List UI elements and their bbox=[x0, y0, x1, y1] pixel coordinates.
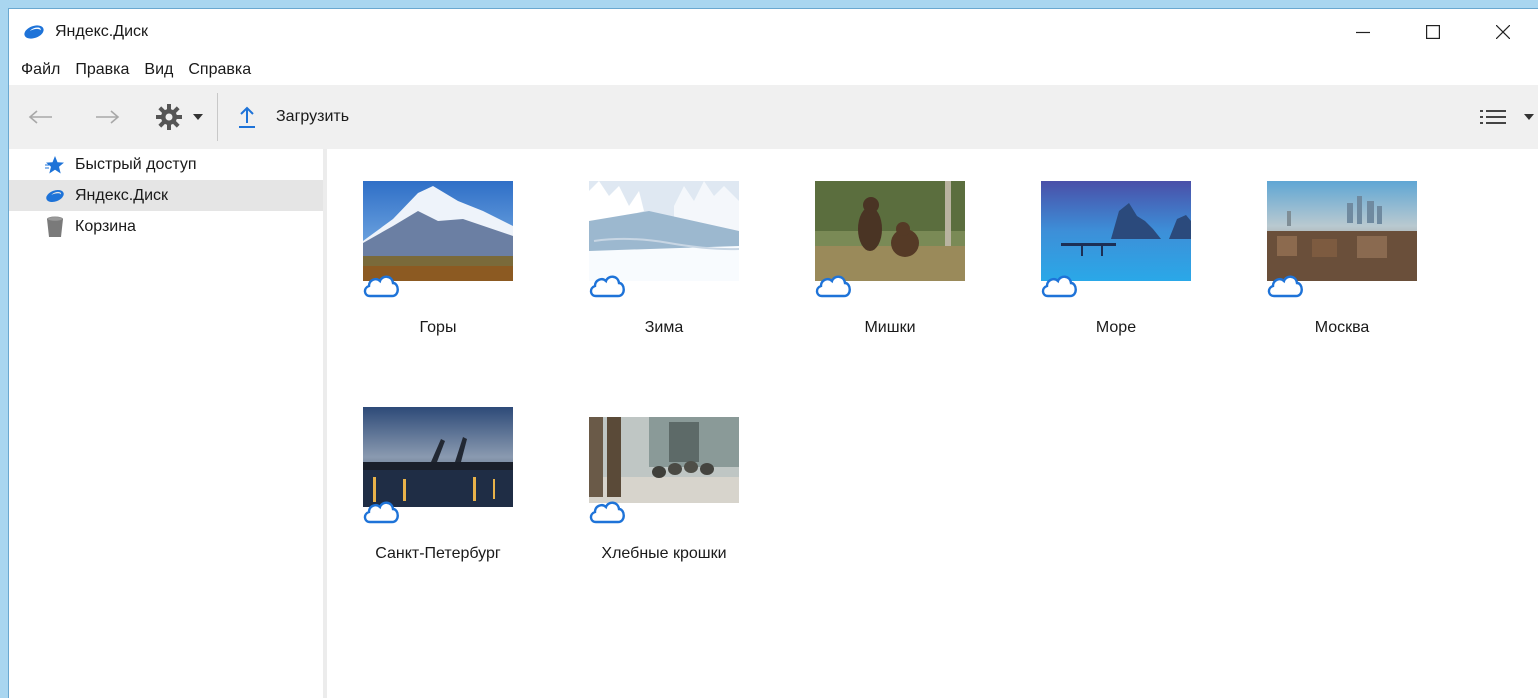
sidebar-item-label: Яндекс.Диск bbox=[75, 186, 169, 204]
folder-name: Море bbox=[1095, 319, 1137, 336]
sidebar-item-quick-access[interactable]: Быстрый доступ bbox=[9, 149, 323, 180]
folder-name: Москва bbox=[1314, 319, 1370, 336]
folder-thumbnail bbox=[589, 181, 739, 281]
yandex-disk-logo-icon bbox=[23, 24, 45, 40]
menu-help[interactable]: Справка bbox=[182, 61, 257, 79]
cloud-icon bbox=[1265, 271, 1305, 299]
folder-name: Санкт-Петербург bbox=[375, 545, 501, 562]
back-button[interactable] bbox=[19, 97, 63, 137]
minimize-icon bbox=[1356, 31, 1370, 34]
folder-thumbnail bbox=[1267, 181, 1417, 281]
toolbar: Загрузить bbox=[9, 85, 1538, 149]
close-button[interactable] bbox=[1468, 9, 1538, 55]
folder-thumbnail bbox=[815, 181, 965, 281]
list-view-icon bbox=[1480, 110, 1506, 124]
sidebar: Быстрый доступ Яндекс.Диск Корзина bbox=[9, 149, 327, 698]
folder-tile[interactable]: Хлебные крошки bbox=[569, 399, 739, 569]
close-icon bbox=[1496, 25, 1510, 39]
gear-icon bbox=[156, 104, 182, 130]
menu-file[interactable]: Файл bbox=[15, 61, 66, 79]
folder-thumbnail bbox=[363, 181, 513, 281]
maximize-icon bbox=[1426, 25, 1440, 39]
minimize-button[interactable] bbox=[1328, 9, 1398, 55]
window-title: Яндекс.Диск bbox=[55, 23, 149, 40]
cloud-icon bbox=[361, 271, 401, 299]
trash-icon bbox=[45, 216, 65, 237]
folder-thumbnail bbox=[1041, 181, 1191, 281]
folder-grid: Горы Зима Мишки Море Москва Санкт-Петерб… bbox=[327, 149, 1538, 698]
folder-name: Хлебные крошки bbox=[601, 545, 727, 562]
yandex-disk-icon bbox=[45, 186, 65, 206]
folder-name: Горы bbox=[419, 319, 457, 336]
maximize-button[interactable] bbox=[1398, 9, 1468, 55]
arrow-right-icon bbox=[96, 110, 120, 124]
view-mode-button[interactable] bbox=[1480, 97, 1538, 137]
forward-button[interactable] bbox=[85, 97, 129, 137]
cloud-icon bbox=[813, 271, 853, 299]
folder-thumbnail bbox=[589, 417, 739, 503]
folder-tile[interactable]: Санкт-Петербург bbox=[343, 399, 513, 569]
cloud-icon bbox=[587, 271, 627, 299]
caret-down-icon bbox=[193, 114, 203, 120]
sidebar-item-yandex-disk[interactable]: Яндекс.Диск bbox=[9, 180, 323, 211]
title-bar[interactable]: Яндекс.Диск bbox=[9, 9, 1538, 55]
cloud-icon bbox=[361, 497, 401, 525]
folder-name: Мишки bbox=[864, 319, 916, 336]
window-controls bbox=[1328, 9, 1538, 55]
star-icon bbox=[45, 155, 65, 175]
folder-tile[interactable]: Мишки bbox=[795, 173, 965, 343]
toolbar-separator bbox=[217, 93, 218, 141]
folder-tile[interactable]: Море bbox=[1021, 173, 1191, 343]
folder-name: Зима bbox=[644, 319, 684, 336]
upload-arrow-icon bbox=[239, 106, 255, 128]
folder-tile[interactable]: Зима bbox=[569, 173, 739, 343]
cloud-icon bbox=[1039, 271, 1079, 299]
menu-view[interactable]: Вид bbox=[138, 61, 179, 79]
folder-tile[interactable]: Москва bbox=[1247, 173, 1417, 343]
arrow-left-icon bbox=[28, 110, 52, 124]
menu-bar: Файл Правка Вид Справка bbox=[9, 55, 1538, 85]
sidebar-item-label: Быстрый доступ bbox=[75, 155, 197, 173]
upload-button[interactable]: Загрузить bbox=[238, 97, 357, 137]
upload-label: Загрузить bbox=[276, 108, 350, 125]
settings-dropdown-button[interactable] bbox=[189, 97, 207, 137]
folder-tile[interactable]: Горы bbox=[343, 173, 513, 343]
app-window: Яндекс.Диск Файл Правка Вид Справка Загр… bbox=[8, 8, 1538, 698]
sidebar-item-label: Корзина bbox=[75, 217, 136, 235]
cloud-icon bbox=[587, 497, 627, 525]
sidebar-item-trash[interactable]: Корзина bbox=[9, 211, 323, 242]
folder-thumbnail bbox=[363, 407, 513, 507]
caret-down-icon bbox=[1524, 114, 1534, 120]
menu-edit[interactable]: Правка bbox=[69, 61, 135, 79]
settings-button[interactable] bbox=[149, 97, 189, 137]
